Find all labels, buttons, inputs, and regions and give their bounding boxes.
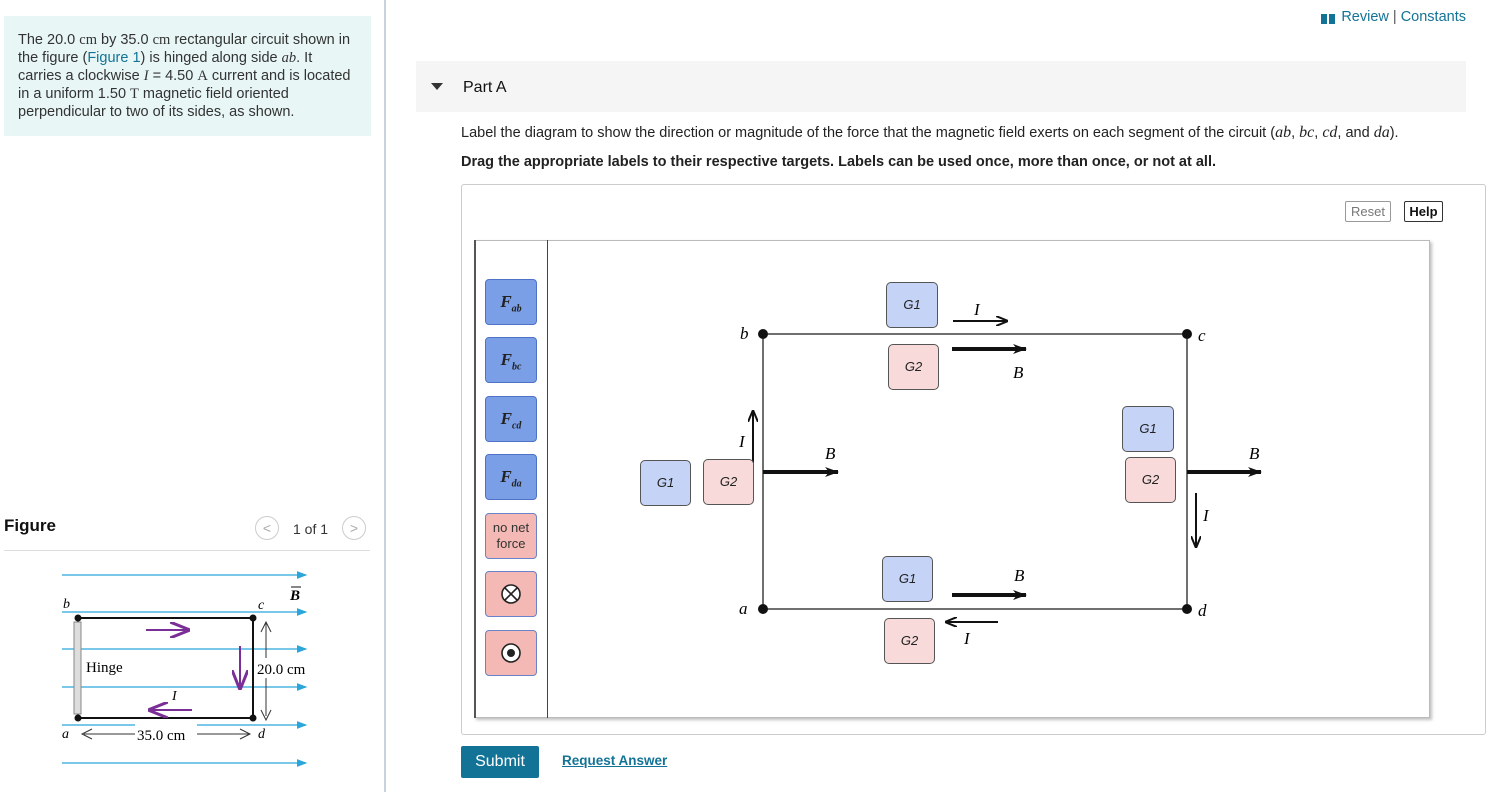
label-F-da[interactable]: Fda xyxy=(485,454,537,500)
diagram-label-I-top: I xyxy=(973,300,981,319)
label-into-page[interactable] xyxy=(485,571,537,617)
diagram-label-a: a xyxy=(739,599,748,618)
label-F-bc[interactable]: Fbc xyxy=(485,337,537,383)
problem-statement: The 20.0 cm by 35.0 cm rectangular circu… xyxy=(4,16,371,136)
chevron-left-icon: < xyxy=(262,520,272,536)
submit-button[interactable]: Submit xyxy=(461,746,539,778)
label-F-ab[interactable]: Fab xyxy=(485,279,537,325)
part-a-header[interactable] xyxy=(416,61,1466,112)
diagram-label-I-bottom: I xyxy=(963,629,971,648)
target-da-g1[interactable]: G1 xyxy=(882,556,933,602)
fig-label-hinge: Hinge xyxy=(86,660,123,676)
review-link[interactable]: Review xyxy=(1341,9,1389,25)
instructions: Drag the appropriate labels to their res… xyxy=(461,154,1217,170)
diagram-label-B-left: B xyxy=(825,444,836,463)
diagram-label-B-top: B xyxy=(1013,363,1024,382)
figure-link[interactable]: Figure 1 xyxy=(87,50,140,66)
diagram-label-c: c xyxy=(1198,326,1206,345)
help-button[interactable]: Help xyxy=(1404,201,1443,222)
fig-label-height: 20.0 cm xyxy=(257,662,306,678)
caret-down-icon[interactable] xyxy=(431,83,443,90)
target-da-g2[interactable]: G2 xyxy=(884,618,935,664)
out-of-page-icon xyxy=(501,643,521,663)
part-a-title: Part A xyxy=(463,79,507,96)
fig-label-a: a xyxy=(62,727,69,742)
into-page-icon xyxy=(501,584,521,604)
book-icon xyxy=(1321,12,1336,25)
label-no-net-force[interactable]: no net force xyxy=(485,513,537,559)
figure-counter: 1 of 1 xyxy=(293,521,329,537)
diagram-label-b: b xyxy=(740,324,749,343)
target-bc-g1[interactable]: G1 xyxy=(886,282,938,328)
diagram-label-d: d xyxy=(1198,601,1207,620)
pane-divider[interactable] xyxy=(384,0,386,792)
fig-label-width: 35.0 cm xyxy=(137,728,186,744)
diagram-label-B-right: B xyxy=(1249,444,1260,463)
target-cd-g1[interactable]: G1 xyxy=(1122,406,1174,452)
label-F-cd[interactable]: Fcd xyxy=(485,396,537,442)
figure-title: Figure xyxy=(4,516,56,535)
fig-label-I: I xyxy=(171,689,178,704)
diagram-label-I-right: I xyxy=(1202,506,1210,525)
corner-a xyxy=(758,604,768,614)
corner-b xyxy=(758,329,768,339)
diagram-label-B-bottom: B xyxy=(1014,566,1025,585)
reset-button[interactable]: Reset xyxy=(1345,201,1391,222)
label-out-of-page[interactable] xyxy=(485,630,537,676)
question-prompt: Label the diagram to show the direction … xyxy=(461,124,1399,141)
request-answer-link[interactable]: Request Answer xyxy=(562,753,667,768)
target-bc-g2[interactable]: G2 xyxy=(888,344,939,390)
corner-c xyxy=(1182,329,1192,339)
corner-d xyxy=(1182,604,1192,614)
figure-divider xyxy=(4,550,370,551)
header-links: Review | Constants xyxy=(1321,9,1466,25)
figure-1-diagram: b c a d B Hinge I 20.0 cm 35.0 cm xyxy=(62,571,312,767)
chevron-right-icon: > xyxy=(349,520,359,536)
figure-next-button[interactable]: > xyxy=(342,516,366,540)
fig-label-b: b xyxy=(63,597,70,612)
diagram-label-I-left: I xyxy=(738,432,746,451)
target-ab-g1[interactable]: G1 xyxy=(640,460,691,506)
target-cd-g2[interactable]: G2 xyxy=(1125,457,1176,503)
fig-label-B: B xyxy=(289,588,300,604)
fig-label-d: d xyxy=(258,727,266,742)
figure-prev-button[interactable]: < xyxy=(255,516,279,540)
fig-label-c: c xyxy=(258,598,265,613)
target-ab-g2[interactable]: G2 xyxy=(703,459,754,505)
constants-link[interactable]: Constants xyxy=(1401,9,1466,25)
hinge-rod xyxy=(73,621,82,715)
